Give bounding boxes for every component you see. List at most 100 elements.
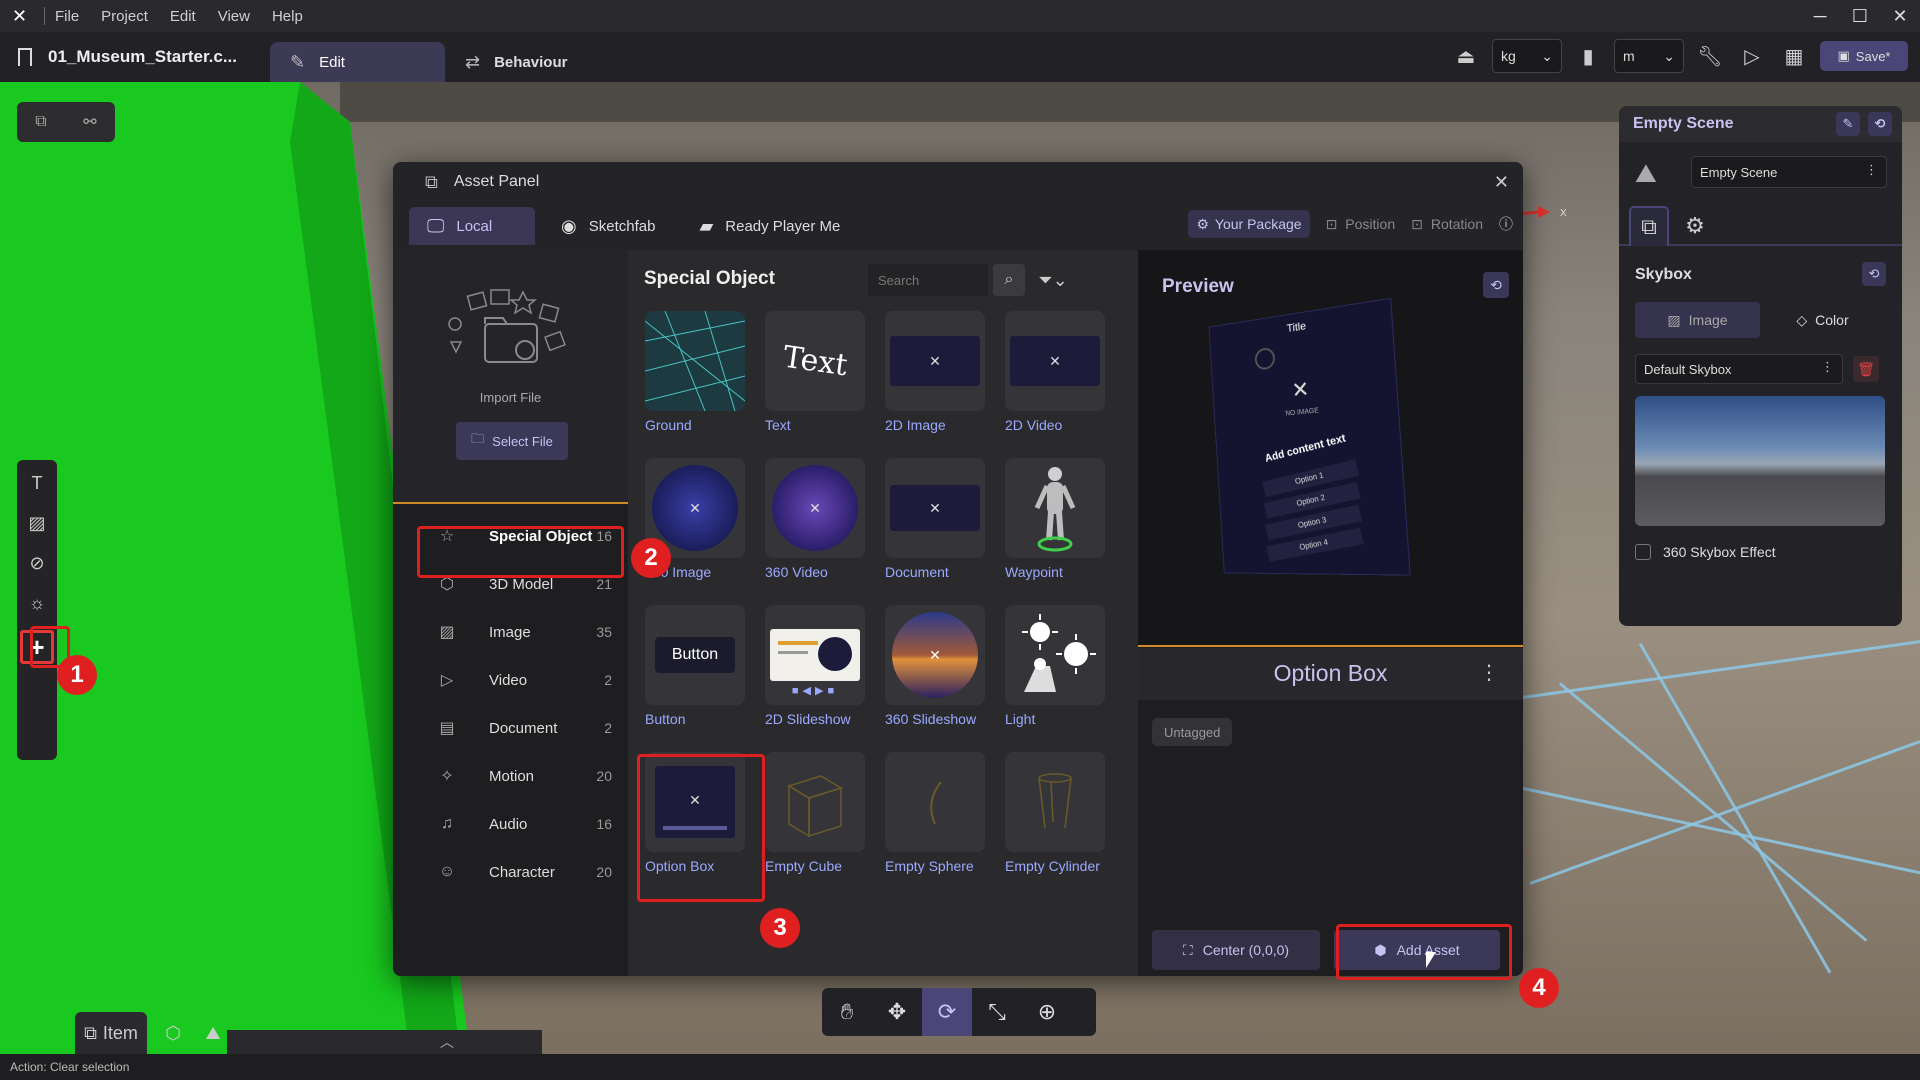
category-image[interactable]: ▨ Image 35 (393, 608, 628, 656)
bottom-bar (227, 1030, 542, 1054)
filter-icon[interactable]: ⏷⌄ (1033, 264, 1073, 296)
asset-name: 360 Video (765, 564, 828, 580)
your-package-button[interactable]: ⚙ Your Package (1188, 210, 1310, 238)
move-tool-icon[interactable]: ✥ (872, 988, 922, 1036)
close-window-icon[interactable]: ✕ (1880, 0, 1920, 32)
mass-unit-select[interactable]: kg ⌄ (1492, 39, 1562, 73)
scale-tool-icon[interactable]: ⤡ (972, 988, 1022, 1036)
refresh-icon[interactable]: ⟲ (1868, 112, 1892, 136)
category-special-object[interactable]: ☆ Special Object 16 (393, 512, 628, 560)
refresh-icon[interactable]: ⟲ (1862, 262, 1886, 286)
asset-tile-2d-slideshow[interactable]: ■◀▶■ 2D Slideshow (765, 605, 865, 733)
skybox-image-option[interactable]: ▨ Image (1635, 302, 1760, 338)
close-icon[interactable]: ✕ (1494, 172, 1509, 193)
maximize-icon[interactable]: ☐ (1840, 0, 1880, 32)
tab-sketchfab[interactable]: ◉ Sketchfab (543, 207, 673, 245)
play-icon[interactable]: ▷ (1736, 39, 1768, 73)
asset-tile-360-video[interactable]: ✕ 360 Video (765, 458, 865, 586)
menu-edit[interactable]: Edit (170, 8, 196, 25)
light-tool-icon[interactable]: ☼ (24, 590, 50, 616)
rotation-toggle[interactable]: ⊡ Rotation (1411, 216, 1483, 233)
tab-local[interactable]: 🖵︎ Local (409, 207, 535, 245)
wrench-icon[interactable]: 🔧︎ (1694, 39, 1726, 73)
category-count: 2 (604, 672, 612, 688)
chevron-up-icon[interactable]: ︿ (440, 1032, 454, 1052)
publish-icon[interactable]: ▦ (1778, 39, 1810, 73)
transform-tool-icon[interactable]: ⊕ (1022, 988, 1072, 1036)
category-document[interactable]: ▤ Document 2 (393, 704, 628, 752)
asset-tile-light[interactable]: Light (1005, 605, 1105, 733)
more-vertical-icon[interactable]: ⋮ (1479, 660, 1499, 685)
asset-grid: Special Object Search ⌕ ⏷⌄ Ground Text T… (628, 250, 1138, 976)
cube-view-icon[interactable]: ⧉ (35, 113, 46, 131)
skybox-select[interactable]: Default Skybox ⋮ (1635, 354, 1843, 384)
asset-tile-empty-sphere[interactable]: Empty Sphere (885, 752, 985, 880)
no-image-icon[interactable]: ⊘ (24, 550, 50, 576)
asset-tile-waypoint[interactable]: Waypoint (1005, 458, 1105, 586)
tab-3d-icon[interactable]: ⬡ (155, 1012, 191, 1054)
app-logo-icon: ✕ (12, 6, 28, 26)
skybox-effect-checkbox[interactable] (1635, 544, 1651, 560)
asset-tile-empty-cylinder[interactable]: Empty Cylinder (1005, 752, 1105, 880)
tab-environment-icon[interactable]: ⛰ (195, 1012, 231, 1054)
center-button[interactable]: ⛶ Center (0,0,0) (1152, 930, 1320, 970)
link-icon[interactable]: ⚯ (83, 112, 96, 132)
add-asset-button[interactable]: ⬢ Add Asset (1334, 930, 1500, 970)
select-file-button[interactable]: 🗀︎ Select File (456, 422, 568, 460)
minimize-icon[interactable]: ─ (1800, 0, 1840, 32)
tag-badge[interactable]: Untagged (1152, 718, 1233, 746)
more-vertical-icon[interactable]: ⋮ (1821, 359, 1834, 375)
source-tabs: 🖵︎ Local ◉ Sketchfab ▰ Ready Player Me ⚙ You… (393, 202, 1523, 250)
add-object-button[interactable]: + (20, 630, 54, 664)
tab-behaviour[interactable]: ⇄ Behaviour (445, 42, 587, 82)
info-icon[interactable]: ⓘ (1499, 214, 1513, 234)
category-audio[interactable]: ♫ Audio 16 (393, 800, 628, 848)
asset-tile-ground[interactable]: Ground (645, 311, 745, 439)
tab-item[interactable]: ⧉ Item (75, 1012, 147, 1054)
environment-select[interactable]: Empty Scene ⋮ (1691, 156, 1887, 188)
search-icon[interactable]: ⌕ (993, 264, 1025, 296)
asset-panel-header: ⧉ Asset Panel ✕ (393, 162, 1523, 202)
category-3d-model[interactable]: ⬡ 3D Model 21 (393, 560, 628, 608)
tab-edit[interactable]: ✎ Edit (270, 42, 445, 82)
menu-help[interactable]: Help (272, 8, 303, 25)
rotate-tool-icon[interactable]: ⟳ (922, 988, 972, 1036)
delete-icon[interactable]: 🗑︎ (1853, 356, 1879, 382)
asset-tile-360-slideshow[interactable]: ✕ 360 Slideshow (885, 605, 985, 733)
asset-tile-button[interactable]: Button Button (645, 605, 745, 733)
asset-name: 2D Video (1005, 417, 1063, 433)
asset-tile-empty-cube[interactable]: Empty Cube (765, 752, 865, 880)
ruler-icon: ▮ (1582, 45, 1594, 68)
search-input[interactable]: Search (868, 264, 988, 296)
tab-scene-settings[interactable]: ⚙ (1675, 206, 1715, 246)
asset-tile-option-box[interactable]: ✕ Option Box (645, 752, 745, 880)
text-tool-icon[interactable]: T (24, 470, 50, 496)
category-video[interactable]: ▷ Video 2 (393, 656, 628, 704)
asset-tile-text[interactable]: Text Text (765, 311, 865, 439)
left-tool-rail: T ▨ ⊘ ☼ + (17, 460, 57, 760)
category-character[interactable]: ☺ Character 20 (393, 848, 628, 896)
asset-tile-2d-image[interactable]: ✕ 2D Image (885, 311, 985, 439)
tab-scene-objects[interactable]: ⧉ (1629, 206, 1669, 246)
position-toggle[interactable]: ⊡ Position (1326, 216, 1396, 233)
droplet-icon: ◇ (1796, 311, 1808, 328)
refresh-icon[interactable]: ⟲ (1483, 272, 1509, 298)
category-motion[interactable]: ✧ Motion 20 (393, 752, 628, 800)
menu-file[interactable]: File (55, 8, 79, 25)
hand-tool-icon[interactable]: ✋︎ (822, 988, 872, 1036)
preview-viewport[interactable]: Preview ⟲ Title ✕ NO IMAGE Add content t… (1138, 250, 1523, 645)
edit-icon[interactable]: ✎ (1836, 112, 1860, 136)
menu-project[interactable]: Project (101, 8, 148, 25)
length-unit-select[interactable]: m ⌄ (1614, 39, 1684, 73)
save-button[interactable]: ▣ Save* (1820, 41, 1908, 71)
view-mini-tools: ⧉ ⚯ (17, 102, 115, 142)
asset-tile-2d-video[interactable]: ✕ 2D Video (1005, 311, 1105, 439)
menu-view[interactable]: View (218, 8, 250, 25)
preview-title-text: Title (1286, 320, 1307, 336)
more-vertical-icon[interactable]: ⋮ (1865, 162, 1878, 178)
tab-ready-player-me[interactable]: ▰ Ready Player Me (681, 207, 858, 245)
asset-tile-document[interactable]: ✕ Document (885, 458, 985, 586)
image-tool-icon[interactable]: ▨ (24, 510, 50, 536)
skybox-color-option[interactable]: ◇ Color (1760, 302, 1885, 338)
import-area[interactable]: Import File 🗀︎ Select File (393, 250, 628, 502)
